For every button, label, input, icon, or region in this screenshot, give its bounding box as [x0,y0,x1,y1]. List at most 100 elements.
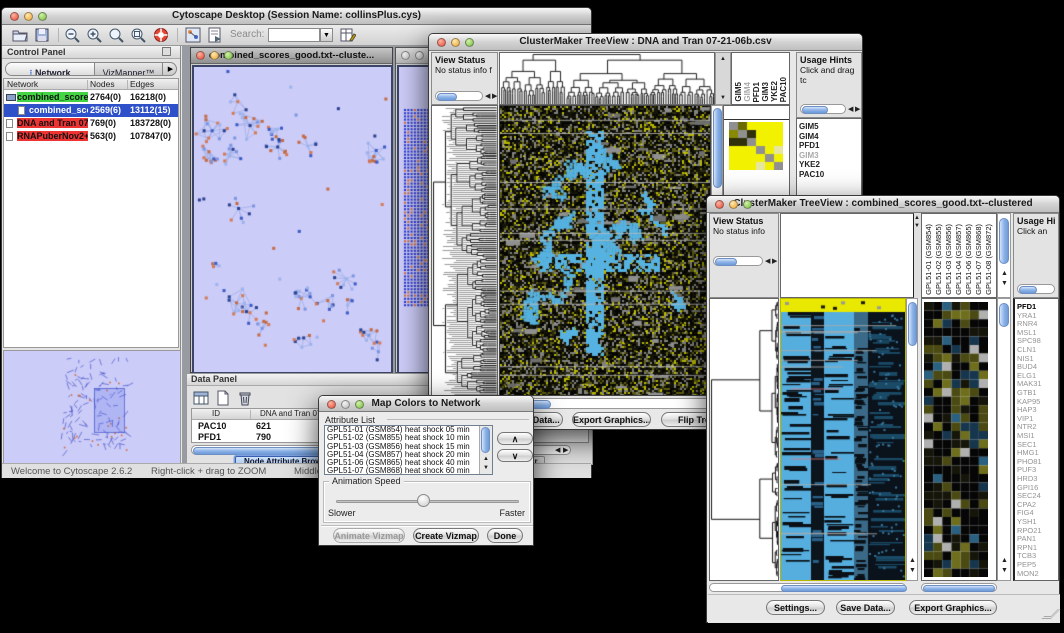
tv1-col-labels-box: GIM5GIM4PFD1GIM3YKE2PAC10 [731,52,790,105]
tv2-small-heatmap[interactable] [924,302,988,577]
network-table-header[interactable]: Network Nodes Edges [4,79,178,90]
tv2-row-dendrogram[interactable] [710,299,778,580]
network-row[interactable]: combined_sco2569(6)13112(15) [4,104,178,117]
search-input[interactable] [268,28,320,42]
zoom-actual-icon[interactable] [108,27,124,43]
animation-speed-slider-thumb[interactable] [417,494,430,507]
annotation-icon[interactable] [207,27,223,43]
zoom-button[interactable] [743,200,752,209]
scroll-left-arrow[interactable]: ◀ [848,106,853,113]
network-row[interactable]: combined_scores2764(0)16218(0) [4,91,178,104]
window-controls[interactable] [327,400,364,409]
network-nod es: 563(0) [90,131,116,141]
tv1-col-labels: GIM5GIM4PFD1GIM3YKE2PAC10 [732,53,789,104]
tv2-settings-button[interactable]: Settings... [766,600,825,615]
open-folder-icon[interactable] [12,27,28,43]
move-down-button[interactable]: ∨ [497,449,533,462]
create-vizmap-button[interactable]: Create Vizmap [413,528,479,543]
new-attribute-icon[interactable] [215,390,231,406]
tv1-small-heatmap[interactable] [729,122,783,170]
zoom-button[interactable] [224,51,233,60]
tv2-small-vscrollbar[interactable]: ▲ ▼ [997,298,1011,581]
attribute-list[interactable]: GPL51-01 (GSM854) heat shock 05 minGPL51… [324,425,493,475]
float-panel-icon[interactable] [162,47,171,56]
control-panel-tabs: ⁝ Network VizMapper™ ▶ [5,62,177,76]
network-view-window-1[interactable]: combined_scores_good.txt--cluste... [190,47,393,373]
tv2-status-scrollbar[interactable] [713,256,763,266]
zoom-button[interactable] [355,400,364,409]
attribute-list-item[interactable]: GPL51-07 (GSM868) heat shock 60 min [325,467,492,475]
scroll-left-arrow[interactable]: ◀ [485,93,490,100]
tv1-column-dendrogram[interactable] [500,53,714,104]
minimize-button[interactable] [415,51,424,60]
document-icon [6,132,13,141]
zoom-in-icon[interactable] [86,27,102,43]
zoom-button[interactable] [38,12,47,21]
attribute-list-vscrollbar[interactable]: ▲ ▼ [479,426,492,474]
close-button[interactable] [437,38,446,47]
map-colors-titlebar[interactable]: Map Colors to Network [319,396,533,412]
zoom-fit-icon[interactable] [130,27,146,43]
scroll-down-arrow[interactable]: ▼ [914,223,920,229]
scroll-left-arrow[interactable]: ◀ [555,447,560,454]
close-button[interactable] [401,51,410,60]
tv2-heatmap[interactable] [781,299,905,580]
treeview-combined-titlebar[interactable]: ClusterMaker TreeView : combined_scores_… [707,196,1059,213]
minimize-button[interactable] [451,38,460,47]
tv2-save-data-button[interactable]: Save Data... [836,600,895,615]
scroll-right-arrow[interactable]: ▶ [563,447,568,454]
tv2-col-labels-box: GPL51-01 (GSM854)GPL51-02 (GSM855)GPL51-… [921,213,997,298]
scroll-right-arrow[interactable]: ▶ [492,93,497,100]
help-lifebuoy-icon[interactable] [153,27,169,43]
zoom-button[interactable] [465,38,474,47]
scroll-right-arrow[interactable]: ▶ [772,258,777,265]
animate-vizmap-button[interactable]: Animate Vizmap [333,528,405,543]
tv2-hscrollbar-main[interactable] [709,583,906,592]
tv1-row-dendrogram[interactable] [432,106,497,395]
tv2-export-graphics-button[interactable]: Export Graphics... [909,600,997,615]
resize-grip[interactable] [1041,609,1061,619]
tab-network[interactable]: ⁝ Network [6,63,95,76]
main-titlebar[interactable]: Cytoscape Desktop (Session Name: collins… [2,8,591,25]
vizmapper-icon[interactable] [185,27,201,43]
tv1-export-graphics-button[interactable]: Export Graphics... [572,412,651,427]
done-button[interactable]: Done [487,528,523,543]
save-icon[interactable] [34,27,50,43]
close-button[interactable] [327,400,336,409]
tv2-col-vscrollbar[interactable]: ▲ ▼ [997,213,1011,298]
minimize-button[interactable] [341,400,350,409]
close-button[interactable] [196,51,205,60]
treeview-dna-titlebar[interactable]: ClusterMaker TreeView : DNA and Tran 07-… [429,34,862,51]
minimize-button[interactable] [729,200,738,209]
minimize-button[interactable] [210,51,219,60]
network-canvas-1[interactable] [192,65,393,374]
attribute-select-icon[interactable] [193,390,209,406]
close-button[interactable] [715,200,724,209]
scroll-left-arrow[interactable]: ◀ [765,258,770,265]
tab-vizmapper[interactable]: VizMapper™ [95,63,162,76]
scroll-down-arrow[interactable]: ▼ [720,95,726,101]
scroll-up-arrow[interactable]: ▲ [914,215,920,221]
move-up-button[interactable]: ∧ [497,432,533,445]
tabs-overflow-button[interactable]: ▶ [162,63,177,76]
window-controls[interactable] [715,200,752,209]
minimize-button[interactable] [24,12,33,21]
tv1-heatmap[interactable] [500,106,710,395]
attribute-editor-icon[interactable] [340,27,356,43]
tv2-hscrollbar-small[interactable] [921,583,997,592]
network-row[interactable]: RNAPuberNov2+[563(0)107847(0) [4,130,178,143]
window-controls[interactable] [10,12,47,21]
zoom-out-icon[interactable] [64,27,80,43]
scroll-up-arrow[interactable]: ▲ [720,56,726,62]
scroll-right-arrow[interactable]: ▶ [855,106,860,113]
birdseye-view[interactable] [3,350,181,464]
search-dropdown-button[interactable]: ▼ [320,28,333,42]
close-button[interactable] [10,12,19,21]
network-row[interactable]: DNA and Tran 07769(0)183728(0) [4,117,178,130]
delete-attribute-icon[interactable] [237,390,253,406]
tv2-hints-scrollbar[interactable] [1017,284,1055,294]
tv2-heatmap-vscrollbar[interactable]: ▲ ▼ [906,298,918,581]
window-controls[interactable] [437,38,474,47]
tv1-status-scrollbar[interactable] [435,91,483,101]
tv1-hints-scrollbar[interactable] [800,104,846,114]
